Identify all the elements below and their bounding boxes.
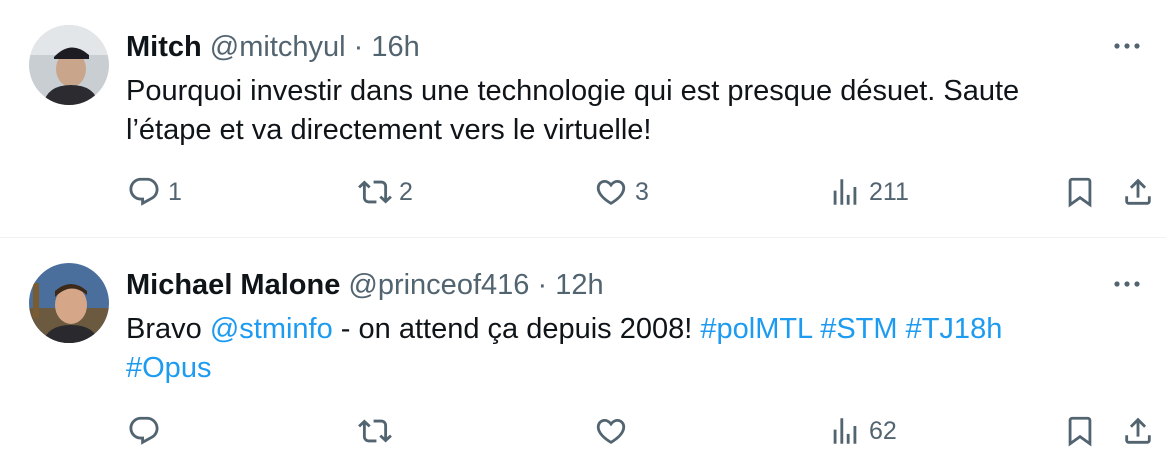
views-icon — [833, 179, 857, 205]
bookmark-icon — [1068, 177, 1092, 208]
avatar[interactable] — [29, 263, 109, 343]
display-name[interactable]: Michael Malone — [126, 269, 340, 301]
like-button[interactable] — [594, 414, 628, 448]
separator-dot: · — [353, 31, 364, 63]
bookmark-icon — [1068, 416, 1092, 447]
avatar-image — [29, 25, 109, 105]
share-icon — [1125, 417, 1151, 444]
tweet-header: Mitch @mitchyul · 16h — [126, 30, 420, 64]
reply-button[interactable] — [127, 414, 161, 448]
retweet-icon — [358, 419, 392, 443]
bookmark-button[interactable] — [1063, 414, 1097, 448]
hashtag-link[interactable]: #STM — [820, 313, 897, 345]
tweet-text-line: Pourquoi investir dans une technologie q… — [126, 75, 1020, 107]
views-icon — [833, 418, 857, 444]
reply-icon — [129, 177, 159, 206]
separator-dot: · — [537, 269, 548, 301]
reply-button[interactable]: 1 — [127, 175, 182, 209]
hashtag-link[interactable]: #TJ18h — [906, 313, 1003, 345]
like-button[interactable]: 3 — [594, 175, 649, 209]
views-count: 62 — [869, 416, 897, 445]
text-segment: - on attend ça depuis 2008! — [332, 313, 701, 345]
tweet-text-line: #Opus — [126, 349, 1126, 388]
retweet-icon — [358, 180, 392, 204]
timestamp[interactable]: 16h — [371, 31, 419, 63]
share-button[interactable] — [1121, 414, 1155, 448]
tweet-text-line: Bravo @stminfo - on attend ça depuis 200… — [126, 310, 1126, 349]
more-icon[interactable] — [1112, 274, 1142, 294]
tweet-text-line: l’étape et va directement vers le virtue… — [126, 114, 652, 146]
retweet-count: 2 — [399, 177, 413, 206]
handle[interactable]: @mitchyul — [210, 31, 346, 63]
hashtag-link[interactable]: #polMTL — [700, 313, 812, 345]
mention-link[interactable]: @stminfo — [210, 313, 333, 345]
more-icon[interactable] — [1112, 36, 1142, 56]
retweet-button[interactable]: 2 — [358, 175, 413, 209]
like-icon — [596, 179, 626, 205]
reply-count: 1 — [168, 177, 182, 206]
tweet[interactable]: Mitch @mitchyul · 16h Pourquoi investir … — [0, 0, 1166, 238]
avatar[interactable] — [29, 25, 109, 105]
like-count: 3 — [635, 177, 649, 206]
action-bar: 1 2 3 211 — [0, 175, 1166, 215]
tweet-text: Pourquoi investir dans une technologie q… — [126, 72, 1126, 150]
text-segment: Bravo — [126, 313, 210, 345]
handle[interactable]: @princeof416 — [348, 269, 529, 301]
timestamp[interactable]: 12h — [555, 269, 603, 301]
hashtag-link[interactable]: #Opus — [126, 352, 211, 384]
share-icon — [1125, 178, 1151, 205]
like-icon — [596, 418, 626, 444]
avatar-image — [29, 263, 109, 343]
views-count: 211 — [869, 177, 909, 206]
bookmark-button[interactable] — [1063, 175, 1097, 209]
tweet-header: Michael Malone @princeof416 · 12h — [126, 268, 604, 302]
display-name[interactable]: Mitch — [126, 31, 202, 63]
reply-icon — [129, 416, 159, 445]
tweet-text: Bravo @stminfo - on attend ça depuis 200… — [126, 310, 1126, 388]
share-button[interactable] — [1121, 175, 1155, 209]
tweet[interactable]: Michael Malone @princeof416 · 12h Bravo … — [0, 238, 1166, 476]
retweet-button[interactable] — [358, 414, 392, 448]
views-button[interactable]: 211 — [828, 175, 909, 209]
views-button[interactable]: 62 — [828, 414, 897, 448]
action-bar: 62 — [0, 414, 1166, 454]
